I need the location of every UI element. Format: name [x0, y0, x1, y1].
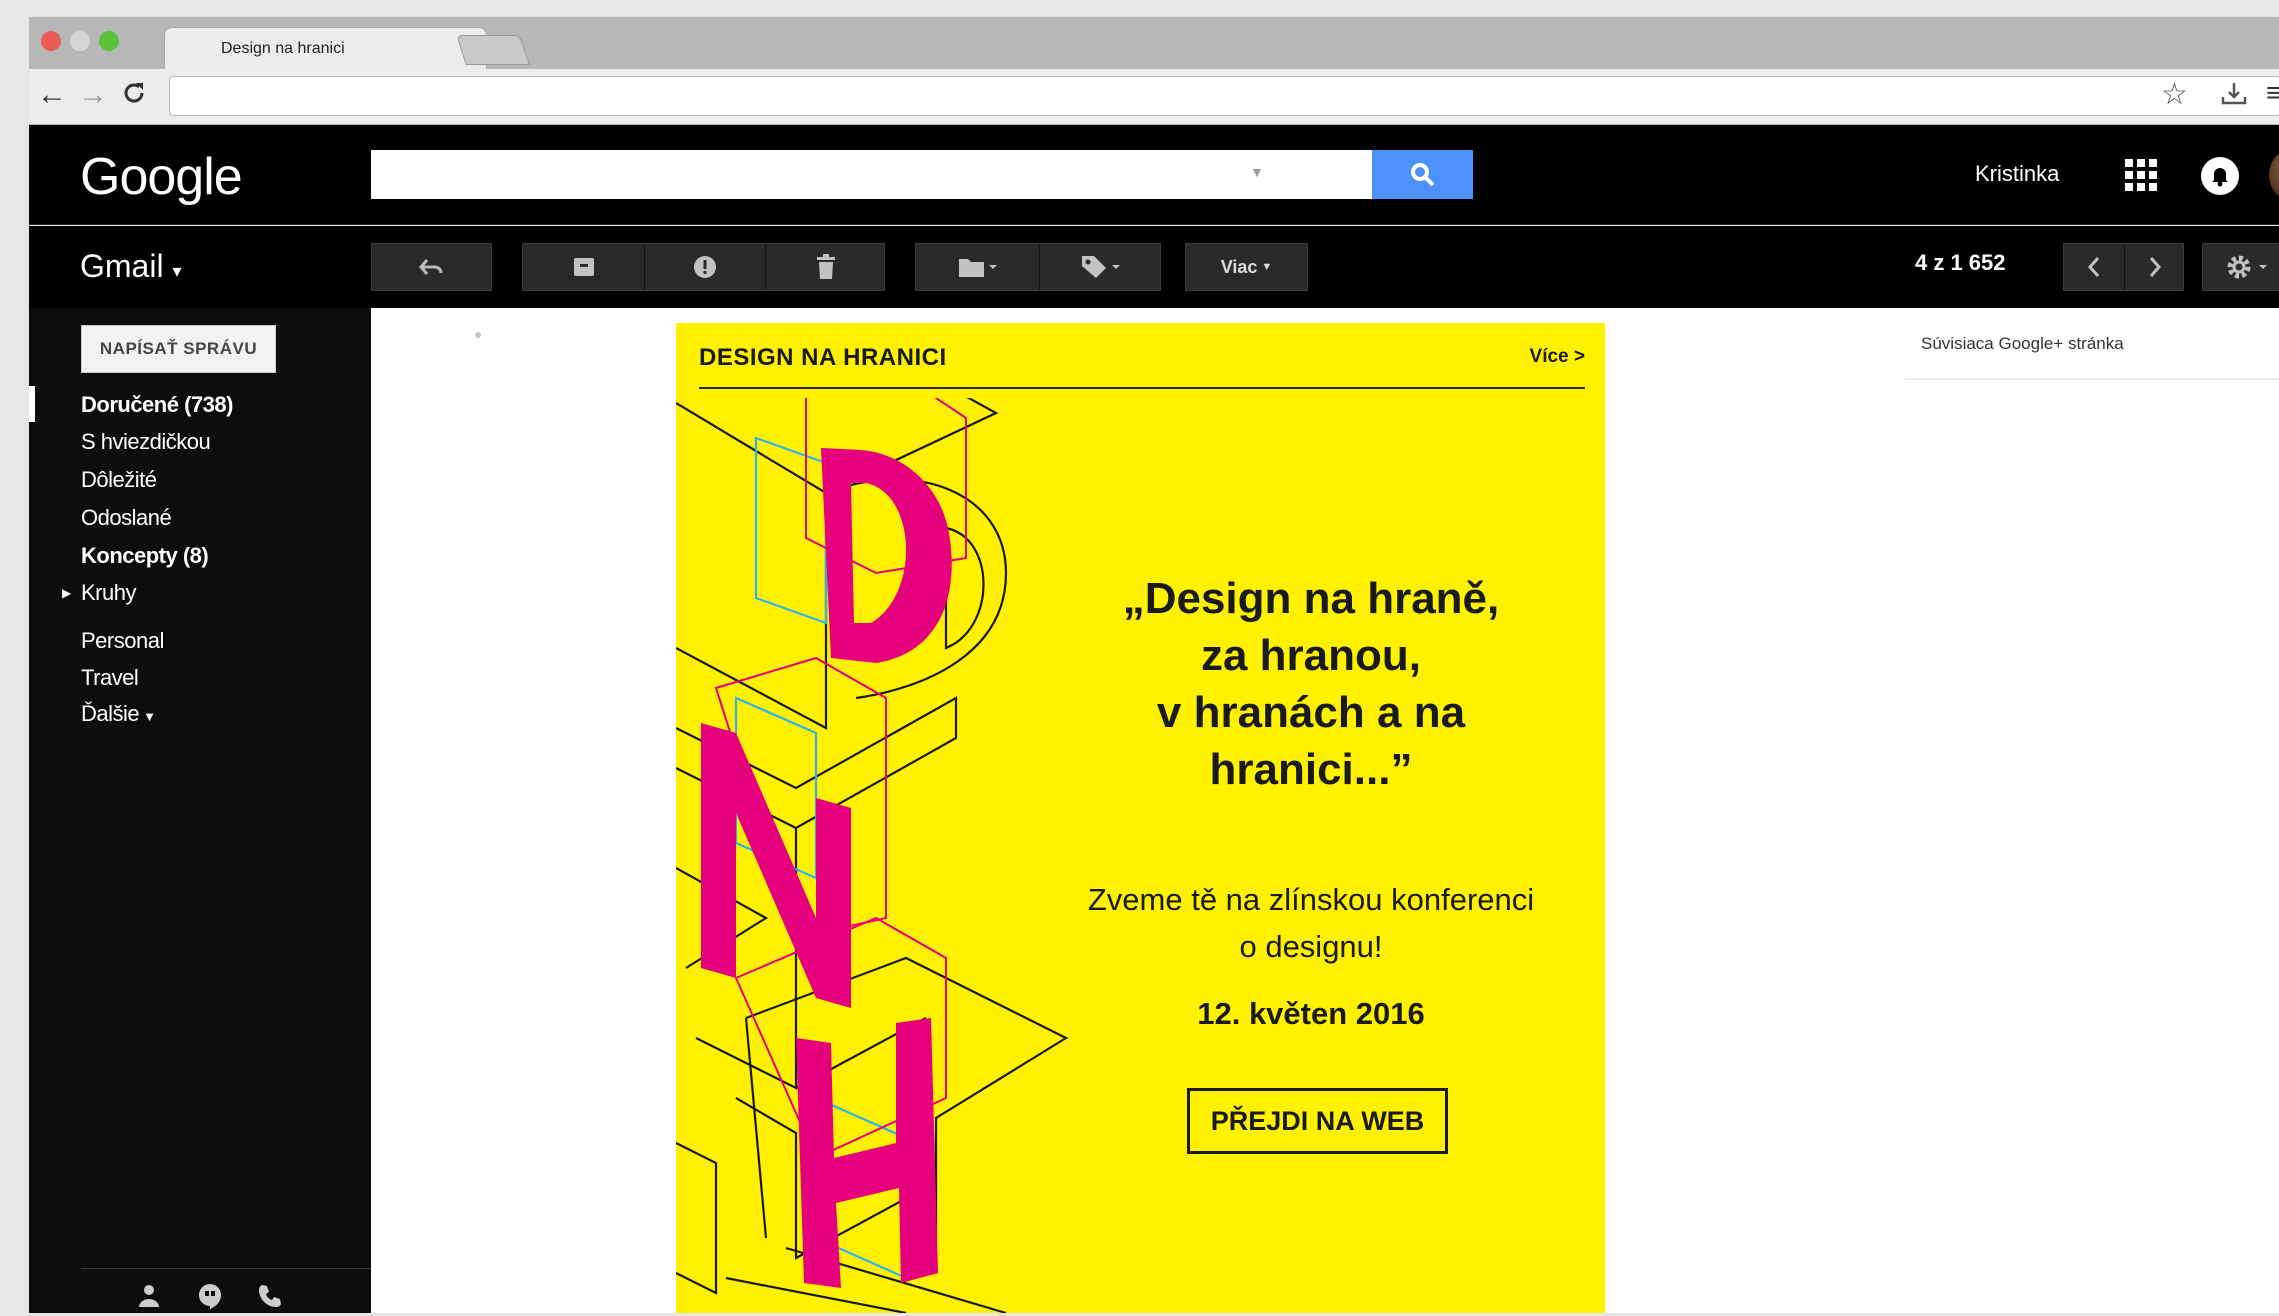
search-input[interactable]: ▼ [371, 150, 1372, 199]
invite-line: o designu! [1239, 929, 1383, 964]
magenta-letter-n [701, 723, 851, 1008]
move-label-group [915, 243, 1161, 291]
browser-tab[interactable]: Design na hranici × [164, 27, 487, 69]
chevron-right-icon [2149, 257, 2162, 277]
newer-button[interactable] [2064, 244, 2124, 290]
dnh-letters-illustration [676, 398, 1069, 1313]
browser-chrome: Design na hranici × ← → ☆ ≡ [29, 17, 2279, 125]
gmail-switcher[interactable]: Gmail ▾ [80, 248, 182, 285]
extension-icon[interactable] [2219, 79, 2249, 114]
sidebar: NAPÍSAŤ SPRÁVU Doručené (738) S hviezdič… [29, 308, 373, 1316]
message-count: 4 z 1 652 [1915, 250, 2006, 275]
quote-line: za hranou, [1200, 631, 1422, 680]
archive-button[interactable] [523, 244, 644, 290]
minimize-window-button[interactable] [70, 31, 90, 51]
quote-line: v hranách a na [1156, 688, 1466, 737]
move-to-button[interactable] [916, 244, 1039, 290]
older-button[interactable] [2125, 244, 2185, 290]
forward-arrow-icon[interactable]: → [78, 80, 108, 110]
trash-icon [816, 254, 835, 279]
folder-icon [958, 259, 997, 277]
report-spam-button[interactable] [644, 244, 765, 290]
quote-line: hranici...” [1209, 745, 1413, 794]
sidebar-item-sent[interactable]: Odoslané [81, 505, 172, 531]
invitation-text: Zveme tě na zlínskou konferenci o design… [1031, 876, 1591, 970]
apps-grid-icon[interactable] [2125, 159, 2157, 191]
new-tab-button[interactable] [456, 35, 530, 65]
label-tag-icon [1081, 256, 1120, 278]
sidebar-item-circles[interactable]: Kruhy [81, 580, 136, 606]
hangouts-icon[interactable] [197, 1283, 223, 1316]
tab-bar: Design na hranici × [29, 17, 2279, 69]
sidebar-item-more-label: Ďalšie [81, 701, 140, 726]
pager-group [2063, 243, 2184, 291]
archive-icon [573, 258, 594, 276]
action-button-group [522, 243, 885, 291]
back-to-inbox-button[interactable] [371, 243, 492, 291]
newsletter-card: DESIGN NA HRANICI Více > „Design na hran… [676, 323, 1605, 1313]
newsletter-header: DESIGN NA HRANICI [699, 344, 947, 371]
magenta-letter-d [821, 448, 952, 663]
sidebar-item-drafts[interactable]: Koncepty (8) [81, 543, 209, 569]
spam-icon [693, 256, 716, 278]
header-rule [699, 387, 1585, 389]
search-icon [1410, 162, 1434, 186]
go-to-web-button[interactable]: PŘEJDI NA WEB [1187, 1088, 1448, 1154]
gmail-label: Gmail [80, 248, 164, 284]
reload-icon[interactable] [121, 80, 147, 112]
user-name-link[interactable]: Kristinka [1975, 161, 2059, 187]
sidebar-item-inbox[interactable]: Doručené (738) [81, 392, 233, 418]
expand-triangle-icon[interactable]: ▶ [62, 586, 71, 600]
related-google-plus-page[interactable]: Súvisiaca Google+ stránka [1921, 334, 2124, 354]
pane-dot [475, 332, 481, 338]
chevron-down-icon: ▼ [143, 709, 156, 724]
sidebar-divider [81, 1268, 373, 1269]
sidebar-item-more[interactable]: Ďalšie ▼ [81, 701, 156, 727]
address-bar[interactable] [169, 76, 2279, 116]
browser-menu-icon[interactable]: ≡ [2266, 77, 2279, 109]
search-button[interactable] [1372, 150, 1473, 199]
sidebar-item-travel[interactable]: Travel [81, 665, 139, 691]
gmail-toolbar: Gmail ▾ Viac ▼ 4 z 1 652 [29, 226, 2279, 308]
more-button[interactable]: Viac ▼ [1185, 243, 1308, 291]
bookmark-star-icon[interactable]: ☆ [2161, 77, 2188, 112]
event-date: 12. květen 2016 [1197, 996, 1425, 1031]
tab-title: Design na hranici [221, 40, 345, 57]
active-folder-marker [29, 386, 35, 422]
compose-button[interactable]: NAPÍSAŤ SPRÁVU [81, 325, 276, 373]
google-logo[interactable]: Google [80, 147, 243, 207]
gear-icon [2227, 255, 2267, 279]
close-window-button[interactable] [41, 31, 61, 51]
sidebar-item-personal[interactable]: Personal [81, 628, 164, 654]
search-options-icon[interactable]: ▼ [1250, 164, 1264, 180]
phone-icon[interactable] [257, 1283, 283, 1316]
contacts-person-icon[interactable] [137, 1283, 161, 1314]
reply-arrow-icon [418, 259, 442, 275]
quote-block: „Design na hraně, za hranou, v hranách a… [1031, 570, 1591, 798]
sidebar-item-important[interactable]: Dôležité [81, 467, 157, 493]
invite-line: Zveme tě na zlínskou konferenci [1087, 882, 1535, 917]
back-arrow-icon[interactable]: ← [37, 80, 67, 110]
gmail-header: Google ▼ Kristinka [29, 125, 2279, 225]
delete-button[interactable] [765, 244, 886, 290]
related-divider [1905, 378, 2279, 380]
magenta-letter-h [796, 1018, 938, 1288]
chevron-down-icon: ▼ [1261, 261, 1273, 273]
navigation-bar: ← → ☆ ≡ [29, 69, 2279, 125]
quote-line: „Design na hraně, [1122, 574, 1500, 623]
sidebar-item-starred[interactable]: S hviezdičkou [81, 429, 211, 455]
labels-button[interactable] [1039, 244, 1162, 290]
settings-button[interactable] [2202, 243, 2279, 291]
avatar[interactable] [2269, 147, 2279, 203]
chevron-left-icon [2087, 257, 2100, 277]
zoom-window-button[interactable] [99, 31, 119, 51]
chevron-down-icon: ▾ [172, 261, 182, 281]
more-button-label: Viac [1220, 256, 1258, 277]
notifications-bell-icon[interactable] [2201, 157, 2239, 195]
newsletter-more-link[interactable]: Více > [1530, 346, 1585, 368]
